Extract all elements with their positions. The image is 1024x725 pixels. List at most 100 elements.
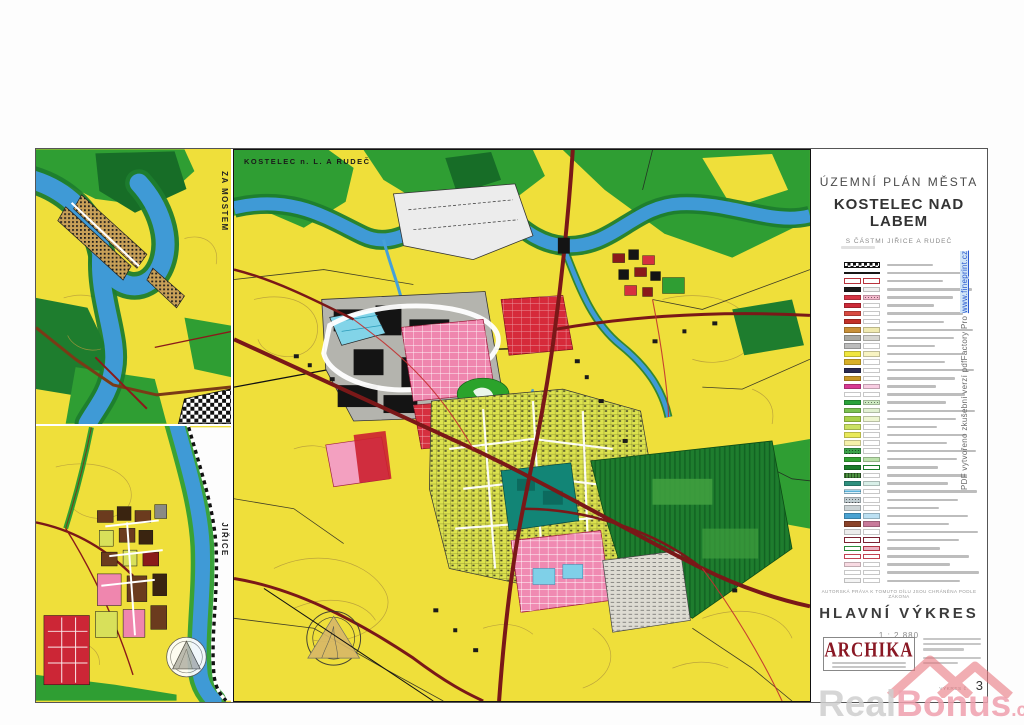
legend-swatch-existing bbox=[844, 505, 861, 511]
inset-bottom-label: JIŘICE bbox=[220, 522, 229, 556]
legend-row bbox=[844, 520, 984, 528]
legend-swatch-proposed bbox=[863, 400, 880, 406]
legend-swatch-existing bbox=[844, 384, 861, 390]
illegible-text-line bbox=[923, 643, 981, 645]
legend-row bbox=[844, 577, 984, 585]
legend-swatch-proposed bbox=[863, 311, 880, 317]
legend-swatch-existing bbox=[844, 392, 861, 398]
legend-label-illegible bbox=[887, 426, 937, 428]
legend-swatch-proposed bbox=[863, 343, 880, 349]
legend-boundary-checker-swatch bbox=[844, 262, 880, 268]
legend-outline-swatch bbox=[863, 537, 880, 543]
main-map-svg: KOSTELEC n. L. A RUDEČ bbox=[234, 150, 810, 701]
legend-swatch-existing bbox=[844, 529, 861, 535]
main-map-title-label: KOSTELEC n. L. A RUDEČ bbox=[244, 157, 371, 166]
legend-swatch-existing bbox=[844, 546, 861, 552]
illegible-text-line bbox=[923, 638, 981, 640]
legend-swatch-proposed bbox=[863, 521, 880, 527]
legend-row bbox=[844, 496, 984, 504]
legend-swatch-proposed bbox=[863, 570, 880, 576]
pdffactory-text: PDF vytvořeno zkušební verzí pdfFactory … bbox=[960, 313, 969, 490]
legend-swatch-proposed bbox=[863, 335, 880, 341]
legend-row bbox=[844, 552, 984, 560]
legend-swatch-proposed bbox=[863, 408, 880, 414]
legend-label-illegible bbox=[887, 571, 979, 573]
legend-swatch-proposed bbox=[863, 287, 880, 293]
legend-outline-swatch bbox=[844, 278, 861, 284]
inset-map-jirice: JIŘICE bbox=[36, 426, 233, 702]
legend-swatch-proposed bbox=[863, 578, 880, 584]
legend-label-illegible bbox=[887, 474, 967, 476]
legend-label-illegible bbox=[887, 337, 954, 339]
legend-swatch-existing bbox=[844, 489, 861, 495]
legend-swatch-existing bbox=[844, 521, 861, 527]
legend-row bbox=[844, 544, 984, 552]
legend-label-illegible bbox=[887, 466, 938, 468]
legend-swatch-existing bbox=[844, 359, 861, 365]
legend-label-illegible bbox=[887, 547, 940, 549]
legend-swatch-existing bbox=[844, 465, 861, 471]
legend-swatch-proposed bbox=[863, 473, 880, 479]
legend-label-illegible bbox=[887, 539, 959, 541]
legend-label-illegible bbox=[887, 482, 948, 484]
legend-swatch-proposed bbox=[863, 457, 880, 463]
legend-swatch-proposed bbox=[863, 529, 880, 535]
legend-swatch-existing bbox=[844, 497, 861, 503]
legend-label-illegible bbox=[887, 434, 966, 436]
legend-row bbox=[844, 560, 984, 568]
legend-swatch-proposed bbox=[863, 505, 880, 511]
pdffactory-watermark: PDF vytvořeno zkušební verzí pdfFactory … bbox=[960, 0, 969, 490]
legend-label-illegible bbox=[887, 507, 939, 509]
legend-swatch-existing bbox=[844, 319, 861, 325]
legend-label-illegible bbox=[887, 272, 962, 274]
legend-outline-swatch bbox=[844, 537, 861, 543]
legend-label-illegible bbox=[887, 304, 934, 306]
legend-swatch-existing bbox=[844, 578, 861, 584]
legend-label-illegible bbox=[887, 280, 943, 282]
legend-outline-swatch bbox=[844, 554, 861, 560]
pdffactory-link[interactable]: www.fineprint.cz bbox=[960, 251, 969, 314]
scanned-page: { "title_block": { "line1": "ÚZEMNÍ PLÁN… bbox=[0, 0, 1024, 724]
legend-swatch-existing bbox=[844, 570, 861, 576]
legend-swatch-proposed bbox=[863, 546, 880, 552]
realbonus-part1: Real bbox=[818, 683, 896, 724]
legend-label-illegible bbox=[887, 531, 978, 533]
legend-swatch-existing bbox=[844, 448, 861, 454]
legend-swatch-proposed bbox=[863, 384, 880, 390]
inset-bottom-svg: JIŘICE bbox=[36, 426, 231, 702]
legend-swatch-proposed bbox=[863, 432, 880, 438]
legend-swatch-proposed bbox=[863, 416, 880, 422]
legend-label-illegible bbox=[887, 401, 946, 403]
legend-label-illegible bbox=[887, 580, 960, 582]
legend-swatch-existing bbox=[844, 481, 861, 487]
legend-label-illegible bbox=[887, 458, 957, 460]
legend-swatch-existing bbox=[844, 408, 861, 414]
legend-label-illegible bbox=[887, 377, 955, 379]
legend-swatch-existing bbox=[844, 562, 861, 568]
legend-swatch-existing bbox=[844, 295, 861, 301]
legend-label-illegible bbox=[887, 490, 977, 492]
legend-swatch-proposed bbox=[863, 513, 880, 519]
legend-outline-swatch bbox=[863, 554, 880, 560]
legend-row bbox=[844, 512, 984, 520]
legend-label-illegible bbox=[887, 385, 936, 387]
legend-label-illegible bbox=[887, 499, 958, 501]
legend-swatch-existing bbox=[844, 473, 861, 479]
legend-label-illegible bbox=[887, 296, 953, 298]
legend-swatch-existing bbox=[844, 287, 861, 293]
legend-label-illegible bbox=[887, 523, 949, 525]
copyright-note: AUTORSKÁ PRÁVA K TOMUTO DÍLU JSOU CHRÁNĚ… bbox=[811, 589, 987, 599]
legend-swatch-proposed bbox=[863, 448, 880, 454]
legend-outline-swatch bbox=[863, 278, 880, 284]
legend-swatch-proposed bbox=[863, 327, 880, 333]
inset-map-za-mostem: ZA MOSTEM bbox=[36, 149, 233, 426]
realbonus-part2: Bonus bbox=[896, 683, 1011, 724]
legend-swatch-proposed bbox=[863, 465, 880, 471]
inset-top-svg: ZA MOSTEM bbox=[36, 149, 231, 424]
legend-swatch-proposed bbox=[863, 562, 880, 568]
legend-swatch-proposed bbox=[863, 319, 880, 325]
legend-label-illegible bbox=[887, 345, 935, 347]
legend-label-illegible bbox=[887, 515, 968, 517]
legend-label-illegible bbox=[887, 321, 944, 323]
legend-swatch-proposed bbox=[863, 351, 880, 357]
